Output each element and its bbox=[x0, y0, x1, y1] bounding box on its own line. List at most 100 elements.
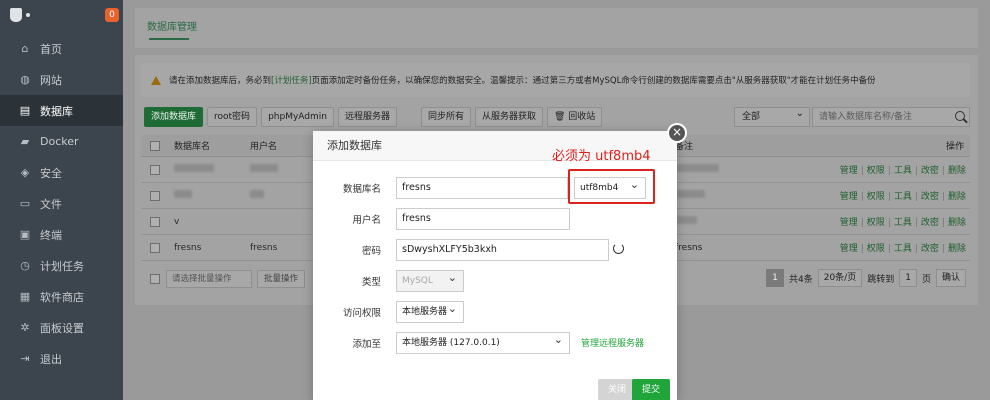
sidebar-item-1[interactable]: ◍ 网站 bbox=[0, 64, 123, 95]
header-db-name[interactable]: 数据库名 bbox=[174, 139, 210, 152]
root-password-button[interactable]: root密码 bbox=[207, 107, 258, 127]
row-operations: 管理 | 权限 | 工具 | 改密 | 删除 bbox=[839, 218, 966, 228]
batch-checkbox[interactable] bbox=[150, 274, 160, 284]
row-op-link[interactable]: 权限 bbox=[867, 244, 885, 254]
batch-button[interactable]: 批量操作 bbox=[257, 270, 306, 288]
jump-input[interactable]: 1 bbox=[899, 269, 917, 287]
filter-select[interactable]: 全部 bbox=[734, 105, 810, 127]
notice-cron-link[interactable]: [计划任务] bbox=[271, 74, 312, 86]
row-op-link[interactable]: 管理 bbox=[840, 244, 858, 254]
sidebar-item-label: 退出 bbox=[40, 352, 62, 366]
sidebar-item-8[interactable]: ▦ 软件商店 bbox=[0, 281, 123, 312]
annotation-text: 必须为 utf8mb4 bbox=[552, 149, 651, 164]
logout-icon: ⇥ bbox=[20, 352, 30, 365]
shield-icon: ◈ bbox=[20, 166, 30, 179]
search-input[interactable]: 请输入数据库名称/备注 bbox=[812, 107, 970, 127]
row-note bbox=[675, 216, 697, 227]
row-op-link[interactable]: 管理 bbox=[840, 218, 858, 228]
db-name-label: 数据库名 bbox=[342, 184, 381, 195]
add-to-label: 添加至 bbox=[352, 339, 381, 350]
sidebar-item-label: Docker bbox=[40, 135, 79, 148]
row-op-link[interactable]: 权限 bbox=[867, 166, 885, 176]
username-input[interactable]: fresns bbox=[396, 208, 570, 230]
row-operations: 管理 | 权限 | 工具 | 改密 | 删除 bbox=[839, 166, 966, 176]
row-op-link[interactable]: 工具 bbox=[894, 166, 912, 176]
sync-all-button[interactable]: 同步所有 bbox=[420, 107, 471, 127]
modal-footer: 关闭 提交 bbox=[313, 379, 677, 400]
row-db-name bbox=[174, 164, 214, 175]
select-all-checkbox[interactable] bbox=[150, 140, 160, 151]
jump-confirm-button[interactable]: 确认 bbox=[935, 269, 966, 287]
row-op-link[interactable]: 删除 bbox=[948, 218, 966, 228]
add-database-button[interactable]: 添加数据库 bbox=[144, 107, 204, 127]
row-checkbox[interactable] bbox=[150, 242, 160, 253]
terminal-icon: ▣ bbox=[19, 228, 31, 241]
sidebar-item-label: 安全 bbox=[40, 166, 62, 180]
row-op-link[interactable]: 管理 bbox=[840, 166, 858, 176]
row-op-link[interactable]: 改密 bbox=[921, 218, 939, 228]
row-operations: 管理 | 权限 | 工具 | 改密 | 删除 bbox=[839, 192, 966, 202]
row-checkbox[interactable] bbox=[150, 190, 160, 201]
sidebar-item-0[interactable]: ⌂ 首页 bbox=[0, 33, 123, 64]
remote-server-button[interactable]: 远程服务器 bbox=[337, 107, 397, 127]
sidebar-item-10[interactable]: ⇥ 退出 bbox=[0, 343, 123, 374]
modal-close-icon[interactable]: × bbox=[667, 123, 687, 143]
recycle-bin-button[interactable]: 🗑 回收站 bbox=[547, 107, 603, 127]
sidebar-item-label: 首页 bbox=[40, 42, 62, 56]
password-input[interactable]: sDwyshXLFY5b3kxh bbox=[396, 239, 609, 261]
row-op-link[interactable]: 管理 bbox=[840, 192, 858, 202]
type-row: 类型 MySQL bbox=[313, 268, 677, 292]
row-op-link[interactable]: 改密 bbox=[921, 244, 939, 254]
row-checkbox[interactable] bbox=[150, 216, 160, 227]
backup-notice: 请在添加数据库后，务必到 [计划任务] 页面添加定时备份任务，以确保您的数据安全… bbox=[141, 63, 970, 97]
notice-prefix: 请在添加数据库后，务必到 bbox=[169, 76, 272, 86]
refresh-password-icon[interactable] bbox=[613, 243, 624, 254]
header-operation: 操作 bbox=[945, 142, 964, 152]
sidebar-item-6[interactable]: ▣ 终端 bbox=[0, 219, 123, 250]
sidebar-item-5[interactable]: ▭ 文件 bbox=[0, 188, 123, 219]
sidebar-item-label: 终端 bbox=[40, 228, 62, 242]
add-to-select[interactable]: 本地服务器 (127.0.0.1) bbox=[396, 330, 570, 354]
sidebar-item-4[interactable]: ◈ 安全 bbox=[0, 157, 123, 188]
phpmyadmin-button[interactable]: phpMyAdmin bbox=[261, 107, 334, 127]
row-username bbox=[250, 164, 278, 175]
per-page-select[interactable]: 20条/页 bbox=[817, 269, 863, 287]
notification-badge[interactable]: 0 bbox=[105, 8, 119, 22]
globe-icon: ◍ bbox=[20, 73, 30, 86]
cancel-button[interactable]: 关闭 bbox=[598, 379, 637, 400]
row-op-link[interactable]: 工具 bbox=[894, 244, 912, 254]
row-op-link[interactable]: 删除 bbox=[948, 244, 966, 254]
sidebar-item-9[interactable]: ✲ 面板设置 bbox=[0, 312, 123, 343]
row-op-link[interactable]: 删除 bbox=[948, 192, 966, 202]
pagination: 1 共4条 20条/页 跳转到 1 页 确认 bbox=[765, 269, 966, 287]
search-placeholder: 请输入数据库名称/备注 bbox=[819, 112, 913, 122]
row-op-link[interactable]: 改密 bbox=[921, 166, 939, 176]
search-icon[interactable] bbox=[955, 111, 965, 121]
page-current[interactable]: 1 bbox=[765, 269, 784, 287]
sidebar-item-7[interactable]: ◷ 计划任务 bbox=[0, 250, 123, 281]
sidebar-item-label: 面板设置 bbox=[40, 321, 84, 335]
row-op-link[interactable]: 权限 bbox=[867, 192, 885, 202]
db-name-input[interactable]: fresns bbox=[396, 177, 568, 199]
row-op-link[interactable]: 删除 bbox=[948, 166, 966, 176]
row-op-link[interactable]: 权限 bbox=[867, 218, 885, 228]
sidebar-item-label: 文件 bbox=[40, 197, 62, 211]
header-username[interactable]: 用户名 bbox=[250, 139, 277, 152]
fetch-from-server-button[interactable]: 从服务器获取 bbox=[475, 107, 544, 127]
sidebar-item-label: 网站 bbox=[40, 73, 62, 87]
row-op-link[interactable]: 工具 bbox=[894, 218, 912, 228]
tab-db-manage[interactable]: 数据库管理 bbox=[147, 18, 197, 33]
sidebar: 0 ⌂ 首页 ◍ 网站 ▤ 数据库 ▰ Docker ◈ 安全 ▭ 文件 ▣ 终端 ◷ 计划任务 ▦ 软件商店 ✲ 面… bbox=[0, 0, 123, 400]
row-checkbox[interactable] bbox=[150, 164, 160, 175]
sidebar-item-3[interactable]: ▰ Docker bbox=[0, 126, 123, 157]
notice-suffix: 页面添加定时备份任务，以确保您的数据安全。温馨提示：通过第三方或者MySQL命令… bbox=[311, 76, 876, 86]
sidebar-item-2[interactable]: ▤ 数据库 bbox=[0, 95, 123, 126]
tab-bar: 数据库管理 bbox=[135, 8, 978, 48]
row-op-link[interactable]: 工具 bbox=[894, 192, 912, 202]
row-op-link[interactable]: 改密 bbox=[921, 192, 939, 202]
submit-button[interactable]: 提交 bbox=[632, 379, 671, 400]
batch-select[interactable]: 请选择批量操作 bbox=[166, 270, 252, 288]
sidebar-item-label: 软件商店 bbox=[40, 290, 84, 304]
access-select[interactable]: 本地服务器 bbox=[396, 299, 464, 323]
manage-remote-link[interactable]: 管理远程服务器 bbox=[581, 336, 644, 349]
